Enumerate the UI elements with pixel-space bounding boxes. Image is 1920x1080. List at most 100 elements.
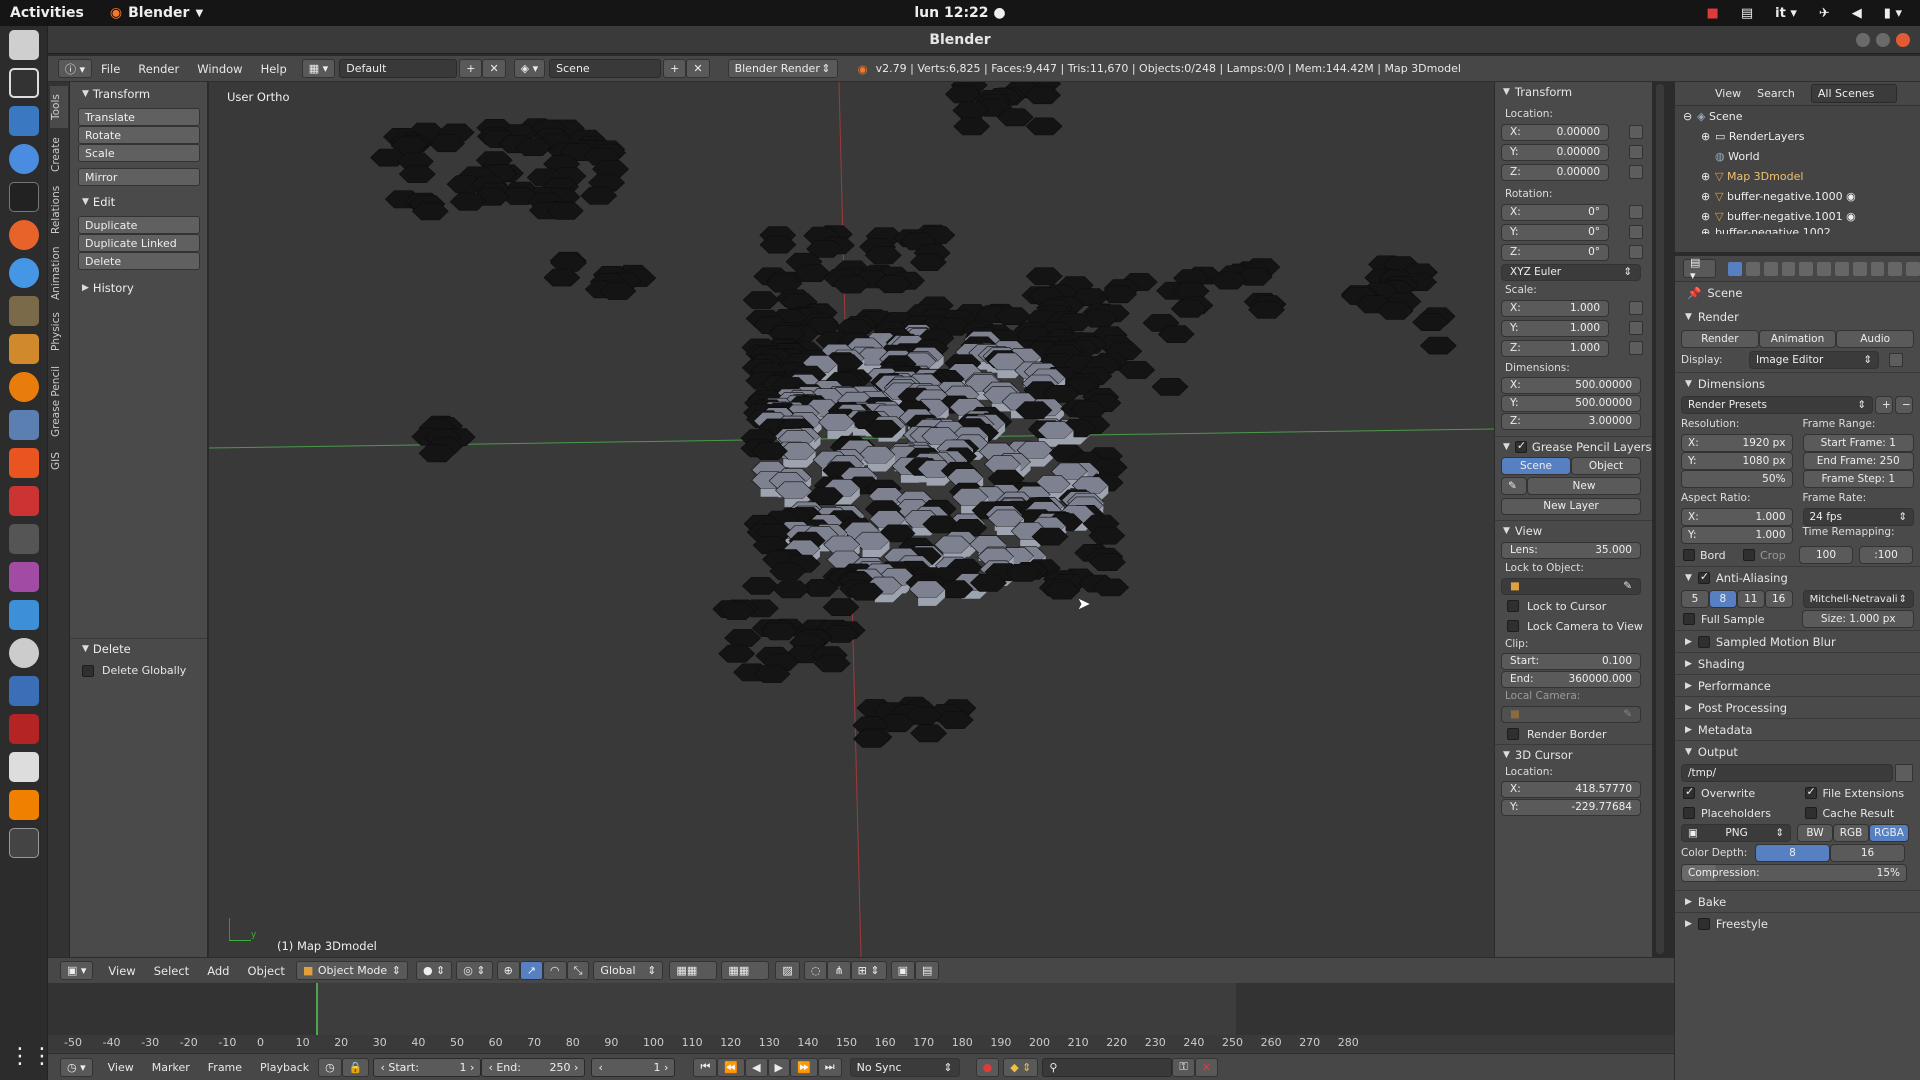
- gimp-icon[interactable]: [9, 296, 39, 326]
- media-icon[interactable]: [9, 562, 39, 592]
- outliner-item[interactable]: ⊕ ▭ RenderLayers: [1675, 126, 1920, 146]
- outliner-item[interactable]: ⊕ ▽ Map 3Dmodel: [1675, 166, 1920, 186]
- qgis-icon[interactable]: [9, 334, 39, 364]
- camera-icon[interactable]: [9, 524, 39, 554]
- clip-end-field[interactable]: End: 360000.000: [1501, 670, 1641, 688]
- editor-type-button[interactable]: ⓘ ▾: [58, 59, 93, 78]
- lock-layers-icon[interactable]: ▨: [775, 961, 800, 980]
- eye-icon[interactable]: ◉: [1846, 210, 1856, 223]
- bake-header[interactable]: ▶ Bake: [1675, 890, 1920, 912]
- vlc-icon[interactable]: [9, 790, 39, 820]
- outliner-view-menu[interactable]: View: [1715, 87, 1741, 100]
- menu-render[interactable]: Render: [129, 62, 188, 76]
- outliner-scope-select[interactable]: All Scenes: [1810, 84, 1897, 103]
- screen-layout-field[interactable]: Default: [339, 59, 458, 78]
- outliner-search-menu[interactable]: Search: [1757, 87, 1795, 100]
- insert-keyframe-button[interactable]: ⚿: [1172, 1057, 1195, 1077]
- jump-end-button[interactable]: ⏭: [817, 1057, 842, 1077]
- lock-range-icon[interactable]: 🔒: [341, 1057, 370, 1077]
- checkbox-icon[interactable]: [1697, 917, 1710, 930]
- audio-button[interactable]: Audio: [1836, 330, 1915, 348]
- lock-icon[interactable]: [1629, 321, 1643, 335]
- proportional-edit-icon[interactable]: ◌: [803, 961, 828, 980]
- anti-aliasing-header[interactable]: ▼Anti-Aliasing: [1675, 566, 1920, 588]
- editor-type-button[interactable]: ◷ ▾: [60, 1057, 93, 1077]
- clock[interactable]: lun 12:22 ●: [0, 5, 1920, 21]
- outliner-item[interactable]: ⊕ ▽ buffer-negative.1001 ◉: [1675, 206, 1920, 226]
- system-tray[interactable]: ■ ▤ it ▾ ✈ ◀ ▮ ▾: [1707, 6, 1902, 21]
- tl-menu-marker[interactable]: Marker: [143, 1061, 199, 1074]
- menu-file[interactable]: File: [92, 62, 129, 76]
- location-x-field[interactable]: X: 0.00000: [1501, 123, 1609, 141]
- end-frame-field[interactable]: ‹ End: 250 ›: [481, 1057, 586, 1077]
- render-presets-select[interactable]: Render Presets ⇕: [1681, 396, 1873, 414]
- start-frame-field[interactable]: Start Frame: 1: [1802, 434, 1914, 452]
- end-frame-field[interactable]: End Frame: 250: [1802, 452, 1914, 470]
- lock-to-cursor-checkbox[interactable]: Lock to Cursor: [1495, 596, 1652, 616]
- tl-menu-frame[interactable]: Frame: [199, 1061, 251, 1074]
- post-processing-header[interactable]: ▶ Post Processing: [1675, 696, 1920, 718]
- keyframe-type-select[interactable]: ◆ ⇕: [1003, 1057, 1039, 1077]
- lock-icon[interactable]: [1629, 125, 1643, 139]
- add-scene-button[interactable]: +: [663, 59, 687, 78]
- outliner-item[interactable]: ⊖ ◈ Scene: [1675, 106, 1920, 126]
- lock-icon[interactable]: [1629, 341, 1643, 355]
- tab-gis[interactable]: GIS: [50, 446, 68, 476]
- snap-icon[interactable]: ⋔: [827, 961, 851, 980]
- transform-panel-header[interactable]: ▼ Transform: [70, 84, 207, 104]
- modifiers-tab-icon[interactable]: [1834, 261, 1849, 276]
- scale-z-field[interactable]: Z: 1.000: [1501, 339, 1609, 357]
- aa-samples-16[interactable]: 16: [1764, 590, 1793, 608]
- gp-pencil-icon[interactable]: ✎: [1501, 477, 1527, 495]
- remove-scene-button[interactable]: ✕: [686, 59, 710, 78]
- inkscape-icon[interactable]: [9, 68, 39, 98]
- pin-icon[interactable]: 📌: [1687, 286, 1701, 300]
- render-tab-icon[interactable]: [1728, 261, 1742, 276]
- rotate-manipulator[interactable]: ◠: [543, 961, 567, 980]
- tab-tools[interactable]: Tools: [50, 86, 68, 128]
- aa-filter-select[interactable]: Mitchell-Netravali ⇕: [1802, 590, 1914, 608]
- animation-button[interactable]: Animation: [1758, 330, 1837, 348]
- screen-layout-icon[interactable]: ▦ ▾: [301, 59, 336, 78]
- files-icon[interactable]: [9, 30, 39, 60]
- scene-field[interactable]: Scene: [549, 59, 662, 78]
- frame-rate-select[interactable]: 24 fps ⇕: [1802, 508, 1914, 526]
- jump-start-button[interactable]: ⏮: [693, 1057, 718, 1077]
- dimensions-panel-header[interactable]: ▼ Dimensions: [1675, 372, 1920, 394]
- translate-button[interactable]: Translate: [78, 108, 200, 126]
- menu-help[interactable]: Help: [252, 62, 296, 76]
- delete-keyframe-button[interactable]: ✕: [1194, 1057, 1218, 1077]
- pivot-select[interactable]: ◎ ⇕: [456, 961, 493, 980]
- lock-icon[interactable]: [1629, 205, 1643, 219]
- scale-y-field[interactable]: Y: 1.000: [1501, 319, 1609, 337]
- res-percentage-slider[interactable]: 50%: [1681, 470, 1793, 488]
- play-reverse-button[interactable]: ◀: [745, 1057, 768, 1077]
- manipulator-toggle[interactable]: ⊕: [496, 961, 520, 980]
- lock-object-field[interactable]: ■ ✎: [1501, 577, 1641, 595]
- new-layer-button[interactable]: New Layer: [1501, 497, 1641, 515]
- texture-tab-icon[interactable]: [1888, 261, 1903, 276]
- tab-grease-pencil[interactable]: Grease Pencil: [50, 360, 68, 442]
- output-path-field[interactable]: /tmp/: [1681, 764, 1893, 782]
- dimensions-x-field[interactable]: X: 500.00000: [1501, 376, 1641, 394]
- 3d-viewport[interactable]: User Ortho y (1) Map 3Dmodel ➤: [209, 82, 1494, 957]
- lock-icon[interactable]: [1629, 245, 1643, 259]
- eye-icon[interactable]: ◉: [1846, 190, 1856, 203]
- lock-icon[interactable]: [1629, 301, 1643, 315]
- sidebar-scrollbar[interactable]: [1656, 84, 1664, 954]
- keying-set-field[interactable]: ⚲: [1042, 1057, 1173, 1077]
- snap-target-select[interactable]: ⊞ ⇕: [850, 961, 887, 980]
- menu-view[interactable]: View: [99, 964, 144, 978]
- blender-icon[interactable]: [9, 372, 39, 402]
- depth-8-toggle[interactable]: 8: [1755, 844, 1830, 862]
- tab-animation[interactable]: Animation: [50, 242, 68, 304]
- screen-record-icon[interactable]: ■: [1707, 6, 1719, 21]
- freestyle-header[interactable]: ▶ Freestyle: [1675, 912, 1920, 934]
- maximize-button[interactable]: [1876, 32, 1890, 47]
- mirror-button[interactable]: Mirror: [78, 168, 200, 186]
- tab-relations[interactable]: Relations: [50, 182, 68, 238]
- tl-menu-playback[interactable]: Playback: [251, 1061, 318, 1074]
- remove-preset-button[interactable]: −: [1895, 396, 1913, 414]
- cursor-y-field[interactable]: Y: -229.77684: [1501, 798, 1641, 816]
- remap-new-field[interactable]: :100: [1859, 546, 1913, 564]
